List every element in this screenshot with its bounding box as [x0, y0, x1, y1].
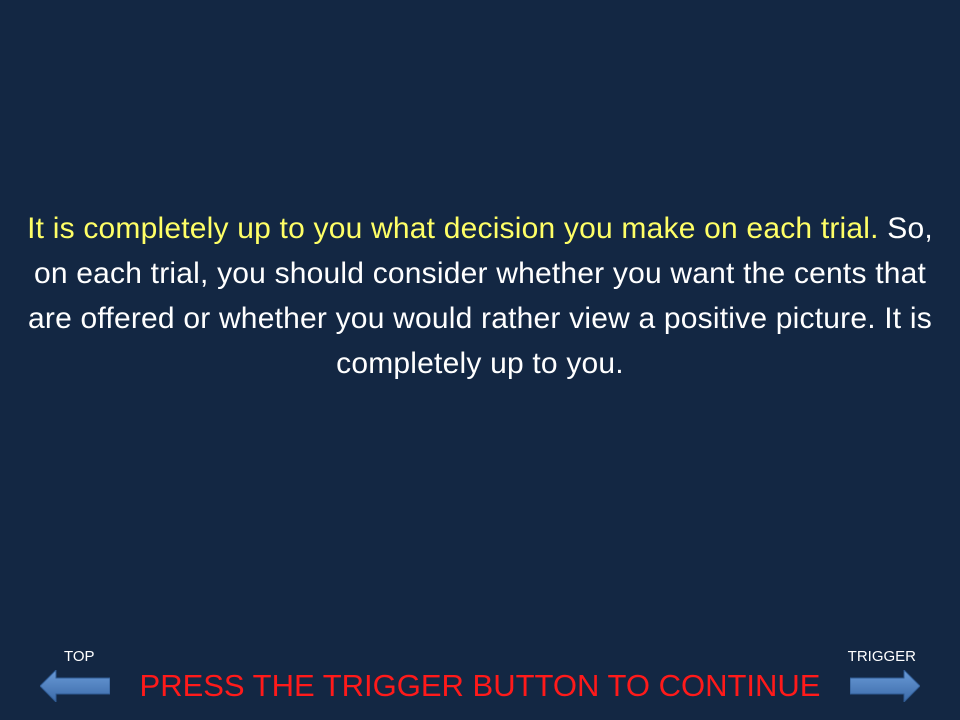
instruction-text: It is completely up to you what decision… — [20, 206, 940, 386]
arrow-right-icon[interactable] — [850, 670, 920, 702]
trigger-label: TRIGGER — [847, 648, 916, 665]
instruction-slide: It is completely up to you what decision… — [0, 0, 960, 720]
continue-prompt: PRESS THE TRIGGER BUTTON TO CONTINUE — [139, 668, 821, 703]
instruction-highlighted: It is completely up to you what decision… — [27, 212, 879, 245]
top-label: TOP — [64, 648, 95, 665]
arrow-left-icon[interactable] — [40, 670, 110, 702]
